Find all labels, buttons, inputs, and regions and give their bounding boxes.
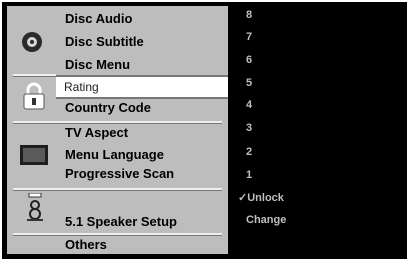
speaker-icon (27, 192, 43, 221)
section-divider (13, 74, 56, 76)
rating-option-6[interactable]: 6 (246, 53, 252, 67)
padlock-icon (22, 82, 46, 110)
unlock-label: Unlock (247, 192, 284, 204)
menu-item-menu-language[interactable]: Menu Language (65, 147, 164, 163)
rating-option-7[interactable]: 7 (246, 30, 252, 44)
rating-option-1[interactable]: 1 (246, 168, 252, 182)
menu-item-disc-subtitle[interactable]: Disc Subtitle (65, 34, 144, 50)
section-divider (13, 233, 222, 235)
rating-option-5[interactable]: 5 (246, 76, 252, 90)
section-divider (13, 121, 222, 123)
menu-item-disc-menu[interactable]: Disc Menu (65, 57, 130, 73)
menu-item-rating[interactable]: Rating (56, 75, 228, 99)
rating-option-unlock[interactable]: ✓Unlock (238, 191, 284, 205)
rating-option-3[interactable]: 3 (246, 121, 252, 135)
menu-item-disc-audio[interactable]: Disc Audio (65, 11, 132, 27)
disc-icon (21, 31, 43, 53)
rating-option-change[interactable]: Change (246, 213, 286, 227)
rating-option-4[interactable]: 4 (246, 98, 252, 112)
menu-item-others[interactable]: Others (65, 237, 107, 253)
rating-option-8[interactable]: 8 (246, 8, 252, 22)
checkmark-icon: ✓ (238, 192, 248, 204)
menu-item-tv-aspect[interactable]: TV Aspect (65, 125, 128, 141)
menu-item-speaker-setup[interactable]: 5.1 Speaker Setup (65, 214, 177, 230)
menu-item-country-code[interactable]: Country Code (65, 100, 151, 116)
rating-option-2[interactable]: 2 (246, 145, 252, 159)
tv-screen-icon (20, 145, 48, 165)
menu-item-progressive-scan[interactable]: Progressive Scan (65, 166, 174, 182)
section-divider (13, 188, 222, 190)
